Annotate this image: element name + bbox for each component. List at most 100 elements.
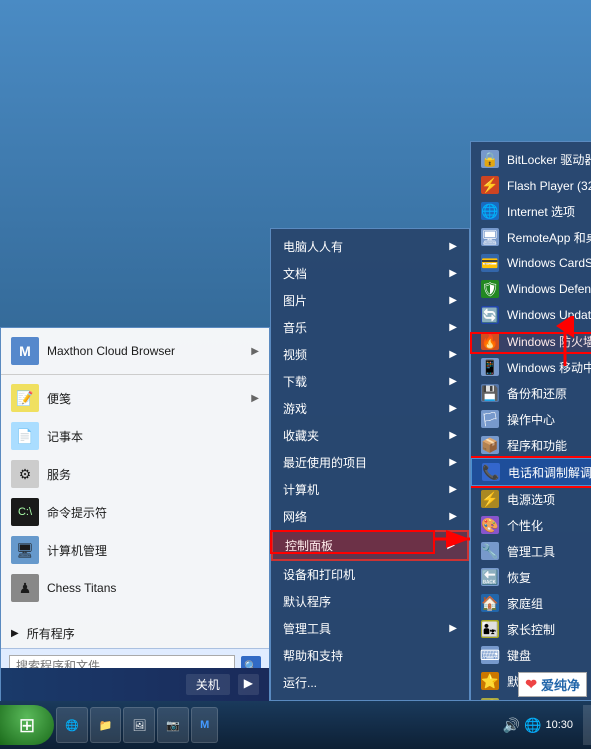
third-menu-homegroup[interactable]: 🏠 家庭组 (471, 590, 591, 616)
second-menu: 电脑人人有 ▶ 文档 ▶ 图片 ▶ 音乐 ▶ 视频 ▶ 下载 ▶ 游戏 ▶ 收藏… (270, 228, 470, 701)
second-menu-control-panel[interactable]: 控制面板 ▶ (271, 530, 469, 561)
third-menu-keyboard[interactable]: ⌨ 键盘 (471, 642, 591, 668)
third-menu-update[interactable]: 🔄 Windows Update (471, 302, 591, 328)
start-menu-left-panel: M Maxthon Cloud Browser ▶ 📝 便笺 ▶ (1, 328, 269, 668)
homegroup-label: 家庭组 (507, 595, 543, 612)
action-center-icon: 🏳 (481, 410, 499, 428)
second-menu-computer[interactable]: 计算机 ▶ (271, 476, 469, 503)
taskbar-item3[interactable]: 🖼 (123, 707, 155, 743)
second-menu-music[interactable]: 音乐 ▶ (271, 314, 469, 341)
network-label: 网络 (283, 508, 307, 525)
cmd-label: 命令提示符 (47, 504, 107, 521)
second-menu-pictures[interactable]: 图片 ▶ (271, 287, 469, 314)
mgmt-tools-label: 管理工具 (283, 620, 331, 637)
recovery-label: 恢复 (507, 569, 531, 586)
devices-label: 设备和打印机 (283, 566, 355, 583)
computer-arrow: ▶ (449, 484, 457, 495)
third-menu-remoteapp[interactable]: 🖥 RemoteApp 和桌面连接 (471, 224, 591, 250)
recent-label: 最近使用的项目 (283, 454, 367, 471)
third-menu-mobility[interactable]: 📱 Windows 移动中心 (471, 354, 591, 380)
power-label: 电源选项 (507, 491, 555, 508)
control-panel-arrow: ▶ (447, 540, 455, 551)
second-menu-help[interactable]: 帮助和支持 (271, 642, 469, 669)
all-programs-item[interactable]: ▶ 所有程序 (1, 619, 269, 648)
third-menu-backup[interactable]: 💾 备份和还原 (471, 380, 591, 406)
divider-1 (1, 374, 269, 375)
music-arrow: ▶ (449, 322, 457, 333)
third-menu-recovery[interactable]: 🔙 恢复 (471, 564, 591, 590)
admin-tools-label: 管理工具 (507, 543, 555, 560)
service-label: 服务 (47, 466, 71, 483)
second-menu-mgmt-tools[interactable]: 管理工具 ▶ (271, 615, 469, 642)
mobility-label: Windows 移动中心 (507, 359, 591, 376)
second-menu-network[interactable]: 网络 ▶ (271, 503, 469, 530)
diannao-label: 电脑人人有 (283, 238, 343, 255)
start-menu-pinned: M Maxthon Cloud Browser ▶ 📝 便笺 ▶ (1, 328, 269, 611)
taskbar-item4[interactable]: 📷 (157, 707, 189, 743)
shutdown-button[interactable]: 关机 (186, 674, 230, 695)
bitlocker-label: BitLocker 驱动器加密 (507, 151, 591, 168)
second-menu-docs[interactable]: 文档 ▶ (271, 260, 469, 287)
second-menu-favorites[interactable]: 收藏夹 ▶ (271, 422, 469, 449)
start-menu-item-computer[interactable]: 🖥 计算机管理 (1, 531, 269, 569)
second-menu-recent[interactable]: 最近使用的项目 ▶ (271, 449, 469, 476)
third-menu-personalize[interactable]: 🎨 个性化 (471, 512, 591, 538)
video-arrow: ▶ (449, 349, 457, 360)
third-menu-internet-options[interactable]: 🌐 Internet 选项 (471, 198, 591, 224)
credentials-icon: 🔑 (481, 698, 499, 701)
start-button[interactable]: ⊞ (0, 705, 54, 745)
start-menu-item-notepad[interactable]: 📄 记事本 (1, 417, 269, 455)
watermark: ❤ 爱纯净 (518, 672, 587, 697)
start-menu-item-maxthon[interactable]: M Maxthon Cloud Browser ▶ (1, 332, 269, 370)
programs-icon: 📦 (481, 436, 499, 454)
second-menu-devices[interactable]: 设备和打印机 (271, 561, 469, 588)
second-menu-download[interactable]: 下载 ▶ (271, 368, 469, 395)
third-menu-power[interactable]: ⚡ 电源选项 (471, 486, 591, 512)
recent-arrow: ▶ (449, 457, 457, 468)
start-menu-item-note[interactable]: 📝 便笺 ▶ (1, 379, 269, 417)
firewall-icon: 🔥 (481, 332, 499, 350)
third-menu-action-center[interactable]: 🏳 操作中心 (471, 406, 591, 432)
second-menu-run[interactable]: 运行... (271, 669, 469, 696)
remoteapp-label: RemoteApp 和桌面连接 (507, 229, 591, 246)
second-menu-default[interactable]: 默认程序 (271, 588, 469, 615)
start-menu-item-chess[interactable]: ♟ Chess Titans (1, 569, 269, 607)
note-label: 便笺 (47, 390, 71, 407)
taskbar-maxthon[interactable]: M (191, 707, 218, 743)
defender-label: Windows Defender (507, 282, 591, 296)
third-menu-bitlocker[interactable]: 🔒 BitLocker 驱动器加密 (471, 146, 591, 172)
keyboard-label: 键盘 (507, 647, 531, 664)
second-menu-video[interactable]: 视频 ▶ (271, 341, 469, 368)
third-menu-flash[interactable]: ⚡ Flash Player (32 位) (471, 172, 591, 198)
flash-label: Flash Player (32 位) (507, 177, 591, 194)
phone-modem-label: 电话和调制解调器 (508, 464, 591, 481)
third-menu-parental[interactable]: 👨‍👧 家长控制 (471, 616, 591, 642)
bitlocker-icon: 🔒 (481, 150, 499, 168)
shutdown-arrow[interactable]: ▶ (238, 674, 259, 695)
third-menu-phone-modem[interactable]: 📞 电话和调制解调器 (471, 458, 591, 486)
taskbar-explorer[interactable]: 📁 (90, 707, 122, 743)
docs-arrow: ▶ (449, 268, 457, 279)
ie-icon: 🌐 (65, 719, 79, 732)
maxthon-arrow: ▶ (251, 346, 259, 357)
mgmt-tools-arrow: ▶ (449, 623, 457, 634)
show-desktop-button[interactable] (583, 705, 591, 745)
homegroup-icon: 🏠 (481, 594, 499, 612)
keyboard-icon: ⌨ (481, 646, 499, 664)
third-menu-defender[interactable]: 🛡 Windows Defender (471, 276, 591, 302)
taskbar-ie[interactable]: 🌐 (56, 707, 88, 743)
third-menu-programs[interactable]: 📦 程序和功能 (471, 432, 591, 458)
start-menu-item-service[interactable]: ⚙ 服务 (1, 455, 269, 493)
third-menu-firewall[interactable]: 🔥 Windows 防火墙 (471, 328, 591, 354)
start-menu-footer: 关机 ▶ (1, 668, 269, 701)
start-menu-item-cmd[interactable]: C:\ 命令提示符 (1, 493, 269, 531)
update-icon: 🔄 (481, 306, 499, 324)
all-programs-label: 所有程序 (27, 625, 75, 642)
second-menu-games[interactable]: 游戏 ▶ (271, 395, 469, 422)
third-menu-admin-tools[interactable]: 🔧 管理工具 (471, 538, 591, 564)
taskbar-tray: 🔊 🌐 10:30 (495, 717, 581, 734)
second-menu-diannao[interactable]: 电脑人人有 ▶ (271, 233, 469, 260)
watermark-heart: ❤ (525, 676, 537, 693)
third-menu-cardspace[interactable]: 💳 Windows CardSpace (471, 250, 591, 276)
phone-modem-icon: 📞 (482, 463, 500, 481)
